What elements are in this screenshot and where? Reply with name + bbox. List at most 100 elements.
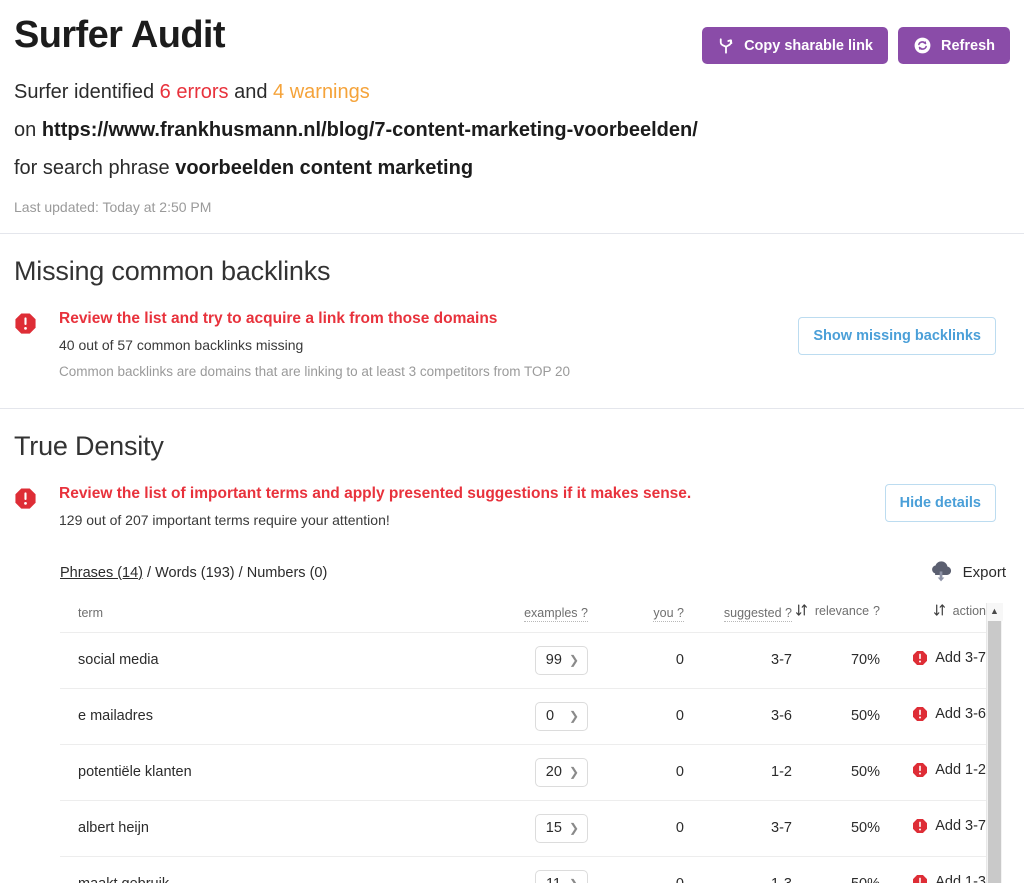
error-icon (913, 763, 928, 778)
cell-relevance: 50% (792, 855, 880, 883)
header-actions: Copy sharable link Refresh (702, 27, 1010, 64)
cloud-download-icon (928, 559, 954, 587)
scroll-up-arrow-icon[interactable]: ▲ (986, 602, 1003, 621)
table-scrollbar[interactable]: ▲ (986, 602, 1003, 883)
column-header-suggested[interactable]: suggested ? (684, 603, 792, 633)
density-issue-row: Review the list of important terms and a… (14, 484, 1010, 531)
cell-you: 0 (588, 631, 684, 689)
summary-phrase-line: for search phrase voorbeelden content ma… (14, 149, 1010, 187)
table-row: e mailadres 0 ❯ 0 3-6 50% Add 3-6 (60, 687, 986, 745)
export-button[interactable]: Export (928, 559, 1006, 587)
chevron-right-icon: ❯ (569, 878, 579, 883)
summary-conjunction: and (228, 80, 274, 103)
examples-count: 0 (546, 708, 555, 725)
examples-pill-button[interactable]: 20 ❯ (534, 757, 588, 787)
cell-suggested: 1-3 (684, 855, 792, 883)
examples-count: 15 (545, 820, 562, 837)
cell-you: 0 (588, 799, 684, 857)
examples-count: 99 (545, 652, 562, 669)
table-row: albert heijn 15 ❯ 0 3-7 50% Add 3-7 (60, 799, 986, 857)
examples-pill-button[interactable]: 99 ❯ (534, 645, 588, 675)
examples-pill-button[interactable]: 15 ❯ (534, 813, 588, 843)
table-row: potentiële klanten 20 ❯ 0 1-2 50% Add 1-2 (60, 743, 986, 801)
hint-mark-icon: ? (581, 605, 588, 620)
density-issue-title: Review the list of important terms and a… (59, 485, 692, 503)
cell-suggested: 3-7 (684, 799, 792, 857)
hint-mark-icon: ? (677, 605, 684, 620)
show-missing-backlinks-button[interactable]: Show missing backlinks (798, 316, 996, 355)
table-body: social media 99 ❯ 0 3-7 70% Add 3-7 e mailadres… (60, 631, 986, 883)
warning-count: 4 warnings (273, 80, 370, 103)
cell-you: 0 (588, 687, 684, 745)
column-label-relevance: relevance (814, 604, 870, 619)
refresh-button[interactable]: Refresh (898, 27, 1010, 64)
sort-icon[interactable] (933, 603, 946, 620)
action-label: Add 1-3 (935, 874, 986, 883)
error-count: 6 errors (159, 80, 229, 103)
export-label: Export (962, 564, 1006, 582)
sort-icon[interactable] (795, 603, 808, 620)
cell-you: 0 (588, 743, 684, 801)
density-tabs-row: Phrases (14) / Words (193) / Numbers (0)… (14, 559, 1010, 587)
cell-term: potentiële klanten (60, 743, 476, 801)
column-label-suggested: suggested (723, 605, 782, 620)
chevron-right-icon: ❯ (568, 709, 579, 724)
density-section-title: True Density (14, 431, 164, 462)
cell-relevance: 50% (792, 799, 880, 857)
action-label: Add 3-7 (935, 818, 986, 835)
cell-examples: 15 ❯ (476, 799, 588, 857)
cell-examples: 0 ❯ (476, 687, 588, 745)
examples-pill-button[interactable]: 0 ❯ (535, 701, 588, 731)
scrollbar-thumb[interactable] (988, 620, 1001, 883)
audit-summary: Surfer identified 6 errors and 4 warning… (14, 73, 1010, 215)
error-icon (913, 651, 928, 666)
summary-phrase-prefix: for search phrase (14, 157, 176, 180)
examples-pill-button[interactable]: 11 ❯ (535, 869, 588, 883)
backlinks-issue-note: Common backlinks are domains that are li… (59, 364, 570, 380)
summary-prefix: Surfer identified (14, 80, 160, 103)
hide-details-button[interactable]: Hide details (884, 484, 996, 523)
density-issue-text: Review the list of important terms and a… (59, 484, 1010, 531)
backlinks-section-title: Missing common backlinks (14, 255, 331, 286)
error-icon (913, 819, 928, 834)
cell-relevance: 50% (792, 743, 880, 801)
cell-suggested: 1-2 (684, 743, 792, 801)
summary-on-prefix: on (14, 118, 42, 141)
column-header-action[interactable]: action (880, 603, 986, 633)
tab-phrases[interactable]: Phrases (14) (60, 565, 143, 581)
examples-count: 20 (545, 764, 562, 781)
cell-action[interactable]: Add 1-2 (880, 743, 986, 801)
tab-numbers[interactable]: Numbers (0) (247, 565, 328, 581)
error-icon (14, 487, 37, 510)
copy-sharable-link-label: Copy sharable link (744, 37, 873, 54)
error-icon (913, 875, 928, 883)
column-label-you: you (653, 605, 674, 620)
cell-examples: 20 ❯ (476, 743, 588, 801)
copy-sharable-link-button[interactable]: Copy sharable link (702, 27, 888, 64)
cell-term: social media (60, 631, 476, 689)
tab-words[interactable]: Words (193) (155, 565, 235, 581)
action-label: Add 1-2 (935, 762, 986, 779)
cell-action[interactable]: Add 1-3 (880, 855, 986, 883)
surfer-audit-page: Surfer Audit Copy sharable link Refresh … (0, 0, 1024, 883)
backlinks-issue-row: Review the list and try to acquire a lin… (14, 309, 1010, 382)
refresh-icon (913, 36, 932, 55)
density-table-wrap: term examples ? you ? suggested ? releva… (60, 602, 1010, 883)
density-table: term examples ? you ? suggested ? releva… (60, 603, 986, 883)
cell-action[interactable]: Add 3-7 (880, 799, 986, 857)
column-header-examples[interactable]: examples ? (476, 603, 588, 633)
true-density-section: True Density Review the list of importan… (0, 409, 1024, 883)
last-updated-text: Last updated: Today at 2:50 PM (14, 198, 212, 215)
refresh-label: Refresh (941, 37, 995, 54)
summary-url-line: on https://www.frankhusmann.nl/blog/7-co… (14, 111, 1010, 149)
missing-backlinks-section: Missing common backlinks Review the list… (0, 234, 1024, 408)
cell-relevance: 70% (792, 631, 880, 689)
share-branch-icon (717, 37, 735, 55)
cell-term: e mailadres (60, 687, 476, 745)
cell-action[interactable]: Add 3-7 (880, 631, 986, 689)
summary-counts-line: Surfer identified 6 errors and 4 warning… (14, 73, 1010, 111)
column-header-you[interactable]: you ? (588, 603, 684, 633)
cell-action[interactable]: Add 3-6 (880, 687, 986, 745)
tab-separator-2: / (234, 564, 247, 581)
column-header-relevance[interactable]: relevance? (792, 603, 880, 633)
